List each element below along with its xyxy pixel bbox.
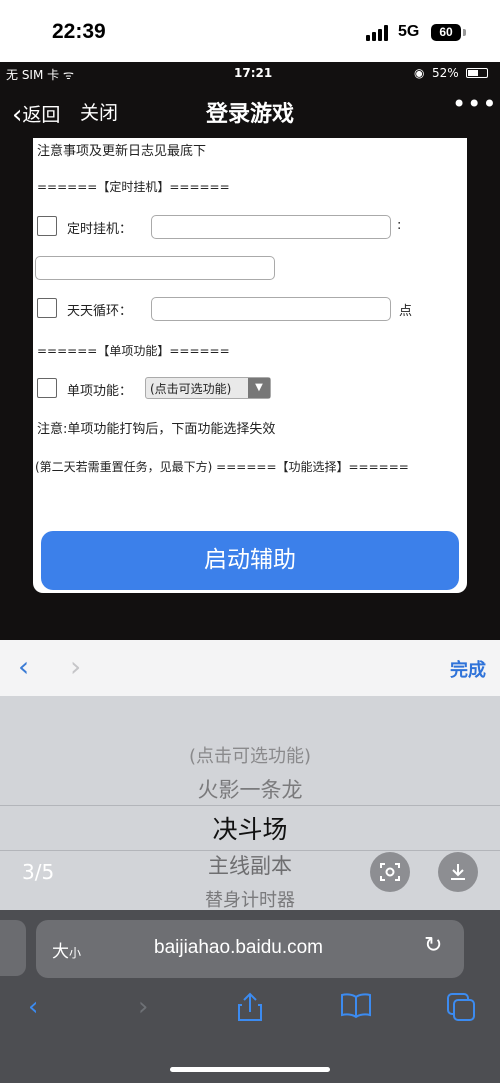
- timer-input[interactable]: [151, 215, 391, 239]
- daily-unit: 点: [399, 304, 413, 319]
- battery-icon: 60: [431, 24, 461, 41]
- inner-close-button[interactable]: 关闭: [80, 98, 118, 125]
- embedded-screenshot: 无 SIM 卡 ᯤ 17:21 ◉ 52% 登录游戏 ‹返回 关闭 ••• 注意…: [0, 62, 500, 640]
- reload-icon[interactable]: ↻: [424, 933, 442, 958]
- timer-checkbox[interactable]: [37, 216, 57, 236]
- picker-option[interactable]: (点击可选功能): [0, 742, 500, 768]
- start-assist-button[interactable]: 启动辅助: [41, 531, 459, 590]
- address-bar[interactable]: 大小 baijiahao.baidu.com ↻: [36, 920, 464, 978]
- inner-page-title: 登录游戏: [205, 102, 294, 127]
- timer-separator: :: [397, 218, 402, 233]
- previous-field-icon[interactable]: ‹: [18, 650, 29, 683]
- picker-option[interactable]: 主线副本: [0, 850, 500, 880]
- picker-wheel[interactable]: (点击可选功能) 火影一条龙 决斗场 主线副本 替身计时器 3/5: [0, 696, 500, 910]
- network-type: 5G: [398, 23, 420, 40]
- browser-bottom-bar: 大小 baijiahao.baidu.com ↻ ‹ ›: [0, 910, 500, 1083]
- text-size-button[interactable]: 大小: [52, 937, 81, 962]
- chevron-left-icon: ‹: [12, 100, 23, 130]
- inner-back-button[interactable]: ‹返回: [12, 98, 61, 130]
- section-single-heading: ======【单项功能】======: [37, 344, 230, 358]
- back-icon[interactable]: ‹: [28, 992, 38, 1022]
- forward-icon[interactable]: ›: [138, 992, 148, 1022]
- share-icon[interactable]: [236, 992, 264, 1029]
- next-field-icon[interactable]: ›: [70, 650, 81, 683]
- battery-cap: [463, 29, 466, 36]
- single-checkbox[interactable]: [37, 378, 57, 398]
- inner-battery-text: 52%: [432, 66, 459, 80]
- home-indicator: [170, 1067, 330, 1072]
- tabs-icon[interactable]: [446, 992, 476, 1029]
- daily-checkbox[interactable]: [37, 298, 57, 318]
- dropdown-arrow-icon: ▼: [248, 378, 270, 398]
- text-size-small: 小: [69, 946, 82, 960]
- previous-tab-preview[interactable]: [0, 920, 26, 976]
- inner-battery-icon: [466, 68, 488, 78]
- scan-icon[interactable]: [370, 852, 410, 892]
- inner-status-bar: 无 SIM 卡 ᯤ 17:21 ◉ 52%: [0, 62, 500, 84]
- section-timer-heading: ======【定时挂机】======: [37, 180, 230, 194]
- bookmarks-icon[interactable]: [340, 992, 372, 1027]
- keyboard-accessory-bar: ‹ › 完成: [0, 640, 500, 697]
- picker-option[interactable]: 火影一条龙: [0, 774, 500, 804]
- text-size-large: 大: [52, 942, 69, 962]
- signal-icon: [366, 25, 392, 41]
- ios-status-bar: 22:39 5G 60: [0, 0, 500, 62]
- url-text[interactable]: baijiahao.baidu.com: [154, 937, 323, 959]
- download-icon[interactable]: [438, 852, 478, 892]
- page-counter: 3/5: [22, 860, 55, 884]
- inner-location-icon: ◉: [414, 66, 425, 80]
- daily-input[interactable]: [151, 297, 391, 321]
- done-button[interactable]: 完成: [450, 656, 486, 682]
- notice-text: 注意事项及更新日志见最底下: [37, 144, 207, 159]
- inner-carrier: 无 SIM 卡 ᯤ: [6, 68, 74, 82]
- single-function-select[interactable]: (点击可选功能) ▼: [145, 377, 271, 399]
- timer-minute-input[interactable]: [35, 256, 275, 280]
- inner-nav-bar: 登录游戏 ‹返回 关闭 •••: [0, 84, 500, 140]
- inner-time: 17:21: [234, 66, 273, 80]
- status-time: 22:39: [52, 20, 106, 43]
- picker-selected-option[interactable]: 决斗场: [0, 810, 500, 846]
- single-label: 单项功能：: [67, 384, 133, 399]
- game-settings-panel: 注意事项及更新日志见最底下 ======【定时挂机】====== 定时挂机： :…: [33, 138, 467, 593]
- inner-back-label: 返回: [22, 104, 61, 126]
- daily-label: 天天循环：: [67, 304, 133, 319]
- single-select-value: (点击可选功能): [150, 382, 232, 396]
- single-note: 注意:单项功能打钩后，下面功能选择失效: [37, 422, 276, 437]
- timer-label: 定时挂机：: [67, 222, 133, 237]
- more-icon[interactable]: •••: [452, 90, 497, 118]
- reset-note: (第二天若需重置任务，见最下方) ======【功能选择】======: [35, 460, 409, 474]
- picker-option[interactable]: 替身计时器: [0, 886, 500, 910]
